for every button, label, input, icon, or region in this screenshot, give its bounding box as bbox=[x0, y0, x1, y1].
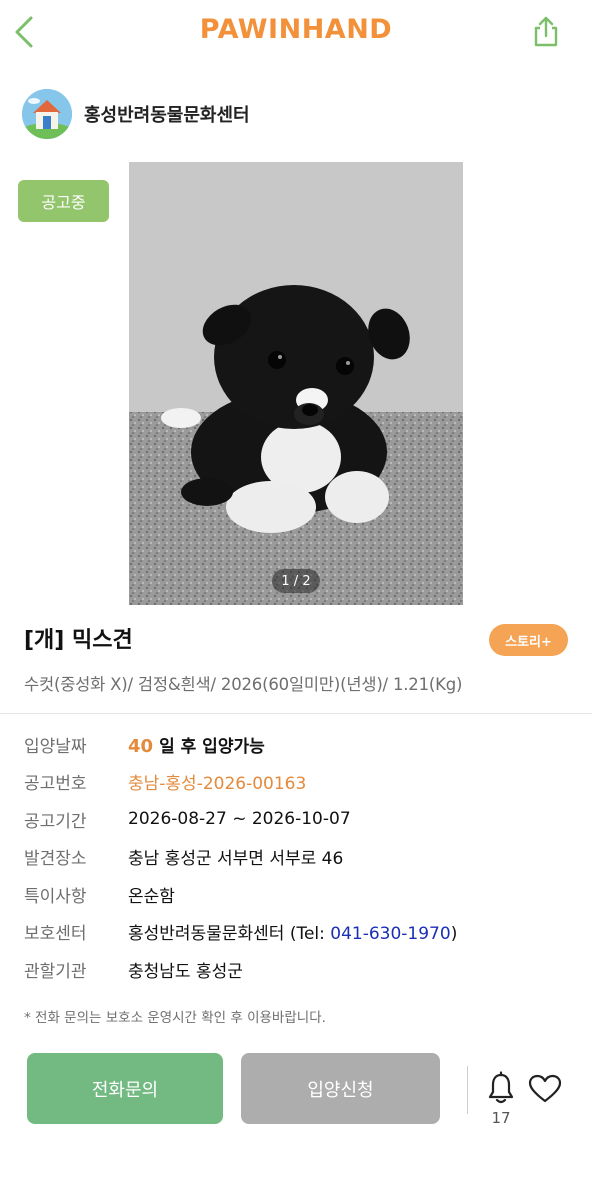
bell-icon bbox=[488, 1071, 514, 1104]
adopt-date-value: 40 일 후 입양가능 bbox=[128, 732, 265, 757]
divider bbox=[0, 713, 592, 714]
detail-label: 보호센터 bbox=[24, 923, 87, 944]
puppy-photo-image bbox=[129, 162, 463, 605]
adopt-days-count: 40 bbox=[128, 735, 154, 757]
top-bar: PAWINHAND bbox=[0, 0, 592, 64]
shelter-value: 홍성반려동물문화센터 (Tel: 041-630-1970) bbox=[128, 919, 457, 944]
detail-row-notice-no: 공고번호 충남-홍성-2026-00163 bbox=[24, 766, 574, 796]
detail-row-adopt-date: 입양날짜 40 일 후 입양가능 bbox=[24, 729, 574, 759]
detail-label: 발견장소 bbox=[24, 848, 87, 869]
shelter-name: 홍성반려동물문화센터 bbox=[84, 105, 250, 126]
detail-label: 관할기관 bbox=[24, 961, 87, 982]
notice-text: * 전화 문의는 보호소 운영시간 확인 후 이용바랍니다. bbox=[24, 1010, 326, 1026]
call-button[interactable]: 전화문의 bbox=[27, 1053, 223, 1124]
shelter-house-icon bbox=[22, 89, 72, 139]
shelter-value-name: 홍성반려동물문화센터 bbox=[128, 923, 285, 944]
found-place-value: 충남 홍성군 서부면 서부로 46 bbox=[128, 848, 344, 869]
bell-button[interactable] bbox=[484, 1070, 518, 1106]
bell-count: 17 bbox=[491, 1109, 511, 1127]
animal-title: [개] 믹스견 bbox=[24, 628, 133, 653]
notice-number-value: 충남-홍성-2026-00163 bbox=[128, 773, 307, 794]
detail-row-feature: 특이사항 온순함 bbox=[24, 879, 574, 909]
app-logo: PAWINHAND bbox=[199, 14, 393, 45]
share-icon bbox=[534, 16, 558, 47]
status-badge: 공고중 bbox=[18, 180, 109, 222]
detail-label: 공고기간 bbox=[24, 811, 87, 832]
tel-prefix: (Tel: bbox=[289, 923, 331, 944]
adopt-apply-button[interactable]: 입양신청 bbox=[241, 1053, 440, 1124]
tel-suffix: ) bbox=[450, 923, 458, 944]
detail-row-found-place: 발견장소 충남 홍성군 서부면 서부로 46 bbox=[24, 841, 574, 871]
animal-photo[interactable]: 1 / 2 bbox=[129, 162, 463, 605]
agency-value: 충청남도 홍성군 bbox=[128, 961, 243, 982]
story-button[interactable]: 스토리+ bbox=[489, 624, 568, 656]
photo-counter: 1 / 2 bbox=[272, 569, 320, 593]
feature-value: 온순함 bbox=[128, 886, 175, 907]
notice-period-value: 2026-08-27 ~ 2026-10-07 bbox=[128, 809, 351, 829]
detail-row-shelter: 보호센터 홍성반려동물문화센터 (Tel: 041-630-1970) bbox=[24, 916, 574, 946]
detail-label: 공고번호 bbox=[24, 773, 87, 794]
action-separator bbox=[467, 1066, 468, 1114]
heart-button[interactable] bbox=[527, 1072, 563, 1106]
heart-icon bbox=[528, 1074, 562, 1103]
detail-label: 입양날짜 bbox=[24, 736, 87, 757]
detail-label: 특이사항 bbox=[24, 886, 87, 907]
tel-link[interactable]: 041-630-1970 bbox=[330, 924, 450, 944]
share-button[interactable] bbox=[530, 14, 562, 48]
adopt-days-text: 일 후 입양가능 bbox=[159, 736, 265, 757]
detail-row-notice-period: 공고기간 2026-08-27 ~ 2026-10-07 bbox=[24, 804, 574, 834]
animal-description: 수컷(중성화 X)/ 검정&흰색/ 2026(60일미만)(년생)/ 1.21(… bbox=[24, 675, 463, 694]
detail-row-agency: 관할기관 충청남도 홍성군 bbox=[24, 954, 574, 984]
shelter-header[interactable]: 홍성반려동물문화센터 bbox=[22, 88, 250, 140]
